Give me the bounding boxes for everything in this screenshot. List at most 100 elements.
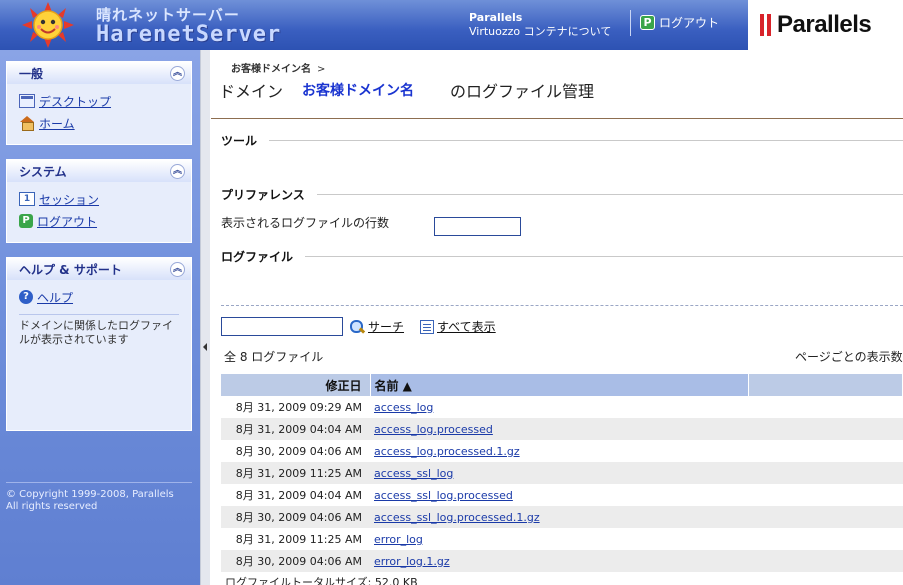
- header-bar: 晴れネットサーバー HarenetServer Parallels Virtuo…: [0, 0, 903, 50]
- table-row: 8月 31, 2009 04:04 AM access_log.processe…: [221, 418, 903, 440]
- vendor-logo-text: Parallels: [777, 11, 872, 38]
- row-date: 8月 31, 2009 04:04 AM: [221, 484, 370, 506]
- sidebar-item-label: ヘルプ: [37, 290, 74, 305]
- dashed-divider: [221, 305, 903, 306]
- sidebar-item-home[interactable]: ホーム: [19, 112, 179, 134]
- row-date: 8月 31, 2009 09:29 AM: [221, 396, 370, 418]
- table-header-row: 修正日 名前 ▲: [221, 374, 903, 396]
- session-icon: 1: [19, 192, 35, 206]
- table-row: 8月 30, 2009 04:06 AM error_log.1.gz: [221, 550, 903, 572]
- title-divider: [211, 118, 903, 119]
- panel-system-header: システム ︽: [7, 160, 191, 182]
- table-row: 8月 31, 2009 09:29 AM access_log: [221, 396, 903, 418]
- column-header-date[interactable]: 修正日: [221, 374, 371, 396]
- copyright-notice: © Copyright 1999-2008, Parallels All rig…: [6, 482, 192, 513]
- logfile-table: 修正日 名前 ▲ 8月 31, 2009 09:29 AM access_log…: [221, 374, 903, 572]
- sidebar-item-logout[interactable]: P ログアウト: [19, 210, 179, 232]
- sidebar-item-session[interactable]: 1 セッション: [19, 188, 179, 210]
- main-content: お客様ドメイン名 > ドメイン お客様ドメイン名 のログファイル管理 ツール プリ…: [211, 50, 903, 585]
- sidebar-item-help[interactable]: ? ヘルプ: [19, 286, 179, 308]
- search-button[interactable]: サーチ: [349, 318, 404, 335]
- list-icon: [420, 319, 434, 334]
- logfile-link[interactable]: error_log.1.gz: [374, 555, 450, 568]
- panel-help: ヘルプ & サポート ︽ ? ヘルプ ドメインに関係したログファイルが表示されて…: [6, 257, 192, 431]
- show-all-button[interactable]: すべて表示: [420, 318, 496, 335]
- home-icon: [19, 116, 35, 131]
- page-title: ドメイン お客様ドメイン名 のログファイル管理: [219, 78, 594, 102]
- logout-icon: P: [640, 15, 655, 30]
- search-icon: [349, 319, 365, 335]
- row-date: 8月 30, 2009 04:06 AM: [221, 506, 370, 528]
- line-count-input[interactable]: [434, 217, 521, 236]
- help-icon: ?: [19, 290, 33, 304]
- breadcrumb-separator: >: [317, 64, 326, 75]
- search-button-label: サーチ: [368, 320, 405, 334]
- logfile-link[interactable]: access_ssl_log.processed.1.gz: [374, 511, 540, 524]
- page-title-domain: お客様ドメイン名: [302, 83, 414, 99]
- section-preferences-title: プリファレンス: [221, 187, 305, 202]
- row-date: 8月 31, 2009 11:25 AM: [221, 528, 370, 550]
- page-title-prefix: ドメイン: [219, 82, 284, 101]
- about-text: Virtuozzo コンテナについて: [469, 25, 612, 38]
- panel-system-title: システム: [19, 164, 67, 179]
- table-row: 8月 31, 2009 11:25 AM error_log: [221, 528, 903, 550]
- about-container-link[interactable]: Parallels Virtuozzo コンテナについて: [469, 11, 611, 39]
- logfile-link[interactable]: access_log.processed.1.gz: [374, 445, 520, 458]
- table-row: 8月 31, 2009 11:25 AM access_ssl_log: [221, 462, 903, 484]
- row-date: 8月 31, 2009 11:25 AM: [221, 462, 370, 484]
- sidebar-item-label: ログアウト: [37, 214, 98, 229]
- section-tools: ツール: [221, 132, 903, 148]
- sidebar-item-label: ホーム: [39, 116, 75, 131]
- vendor-logo: Parallels: [748, 0, 903, 50]
- panel-help-header: ヘルプ & サポート ︽: [7, 258, 191, 280]
- column-header-extra: [748, 374, 903, 396]
- collapse-icon[interactable]: ︽: [170, 65, 185, 81]
- header-divider: [630, 10, 631, 36]
- table-row: 8月 30, 2009 04:06 AM access_log.processe…: [221, 440, 903, 462]
- product-name: Parallels: [469, 11, 523, 24]
- column-header-name[interactable]: 名前 ▲: [370, 374, 749, 396]
- sidebar-toggle[interactable]: [200, 50, 210, 585]
- sidebar-item-label: セッション: [39, 192, 100, 207]
- section-logfiles-title: ログファイル: [221, 249, 294, 264]
- logfile-link[interactable]: access_ssl_log.processed: [374, 489, 513, 502]
- total-count: 全 8 ログファイル: [224, 350, 324, 364]
- panel-general: 一般 ︽ デスクトップ ホーム: [6, 61, 192, 145]
- breadcrumb-domain-link[interactable]: お客様ドメイン名: [231, 64, 311, 75]
- logfile-link[interactable]: access_log.processed: [374, 423, 493, 436]
- per-page-label: ページごとの表示数:: [795, 350, 903, 364]
- panel-help-title: ヘルプ & サポート: [19, 262, 122, 277]
- collapse-icon[interactable]: ︽: [170, 261, 185, 277]
- collapse-icon[interactable]: ︽: [170, 163, 185, 179]
- header-logout-button[interactable]: P ログアウト: [640, 14, 719, 31]
- logfile-link[interactable]: access_log: [374, 401, 433, 414]
- sun-mascot-icon: [22, 2, 74, 48]
- section-tools-title: ツール: [221, 133, 258, 148]
- line-count-label: 表示されるログファイルの行数: [221, 216, 390, 230]
- logfile-link[interactable]: access_ssl_log: [374, 467, 453, 480]
- show-all-label: すべて表示: [437, 320, 496, 334]
- sidebar: 一般 ︽ デスクトップ ホーム システム ︽ 1 セッション P ログアウト ヘ…: [0, 50, 200, 585]
- section-logfiles: ログファイル: [221, 248, 903, 264]
- page-title-suffix: のログファイル管理: [450, 82, 595, 101]
- parallels-bars-icon: [760, 14, 771, 36]
- sidebar-item-label: デスクトップ: [39, 94, 112, 109]
- brand-logo: 晴れネットサーバー HarenetServer: [0, 0, 300, 50]
- sidebar-item-desktop[interactable]: デスクトップ: [19, 90, 179, 112]
- search-input[interactable]: [221, 317, 343, 336]
- table-row: 8月 30, 2009 04:06 AM access_ssl_log.proc…: [221, 506, 903, 528]
- help-description: ドメインに関係したログファイルが表示されています: [19, 314, 179, 418]
- row-date: 8月 31, 2009 04:04 AM: [221, 418, 370, 440]
- row-date: 8月 30, 2009 04:06 AM: [221, 440, 370, 462]
- breadcrumb: お客様ドメイン名 >: [231, 60, 325, 75]
- collapse-left-icon: [203, 343, 207, 351]
- row-date: 8月 30, 2009 04:06 AM: [221, 550, 370, 572]
- header-logout-label: ログアウト: [659, 16, 720, 30]
- logfile-link[interactable]: error_log: [374, 533, 423, 546]
- logout-icon: P: [19, 214, 33, 228]
- section-preferences: プリファレンス: [221, 186, 903, 202]
- desktop-icon: [19, 94, 35, 108]
- brand-name-en: HarenetServer: [96, 22, 282, 47]
- panel-system: システム ︽ 1 セッション P ログアウト: [6, 159, 192, 243]
- table-row: 8月 31, 2009 04:04 AM access_ssl_log.proc…: [221, 484, 903, 506]
